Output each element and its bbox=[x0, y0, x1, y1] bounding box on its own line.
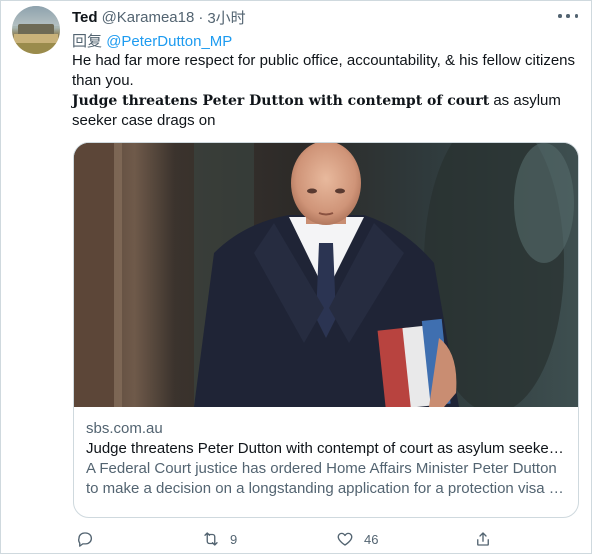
heart-icon bbox=[337, 532, 353, 546]
card-description-line-2: to make a decision on a longstanding app… bbox=[86, 480, 564, 497]
tweet-text: He had far more respect for public offic… bbox=[72, 51, 578, 131]
like-button[interactable]: 46 bbox=[336, 527, 378, 551]
more-options-icon[interactable] bbox=[558, 8, 578, 24]
card-domain: sbs.com.au bbox=[86, 420, 163, 437]
card-description-line-1: A Federal Court justice has ordered Home… bbox=[86, 460, 557, 477]
card-title: Judge threatens Peter Dutton with contem… bbox=[86, 440, 564, 457]
retweet-icon bbox=[204, 532, 218, 546]
tweet-time[interactable]: 3小时 bbox=[207, 7, 245, 28]
link-card[interactable]: sbs.com.au Judge threatens Peter Dutton … bbox=[73, 142, 579, 518]
like-count: 46 bbox=[364, 531, 379, 547]
avatar[interactable] bbox=[12, 6, 60, 54]
tweet-header: Ted @Karamea18 · 3小时 bbox=[72, 7, 246, 27]
retweet-count: 9 bbox=[230, 531, 238, 547]
tweet-headline: Judge threatens Peter Dutton with contem… bbox=[72, 91, 578, 131]
author-handle[interactable]: @Karamea18 bbox=[102, 9, 195, 26]
share-icon bbox=[477, 532, 489, 546]
reply-icon bbox=[78, 532, 93, 547]
reply-prefix: 回复 bbox=[72, 33, 103, 50]
headline-bold: Judge threatens Peter Dutton with contem… bbox=[72, 93, 490, 109]
card-meta[interactable]: sbs.com.au Judge threatens Peter Dutton … bbox=[86, 419, 570, 499]
tweet-body: He had far more respect for public offic… bbox=[72, 52, 576, 89]
retweet-button[interactable]: 9 bbox=[202, 527, 237, 551]
author-name[interactable]: Ted bbox=[72, 9, 98, 26]
separator-dot: · bbox=[198, 8, 204, 26]
reply-context: 回复 @PeterDutton_MP bbox=[72, 30, 232, 51]
reply-mention-link[interactable]: @PeterDutton_MP bbox=[106, 33, 232, 50]
card-image[interactable] bbox=[74, 143, 578, 407]
share-button[interactable] bbox=[474, 527, 492, 551]
action-bar: 9 46 bbox=[72, 527, 512, 551]
reply-button[interactable] bbox=[76, 527, 94, 551]
